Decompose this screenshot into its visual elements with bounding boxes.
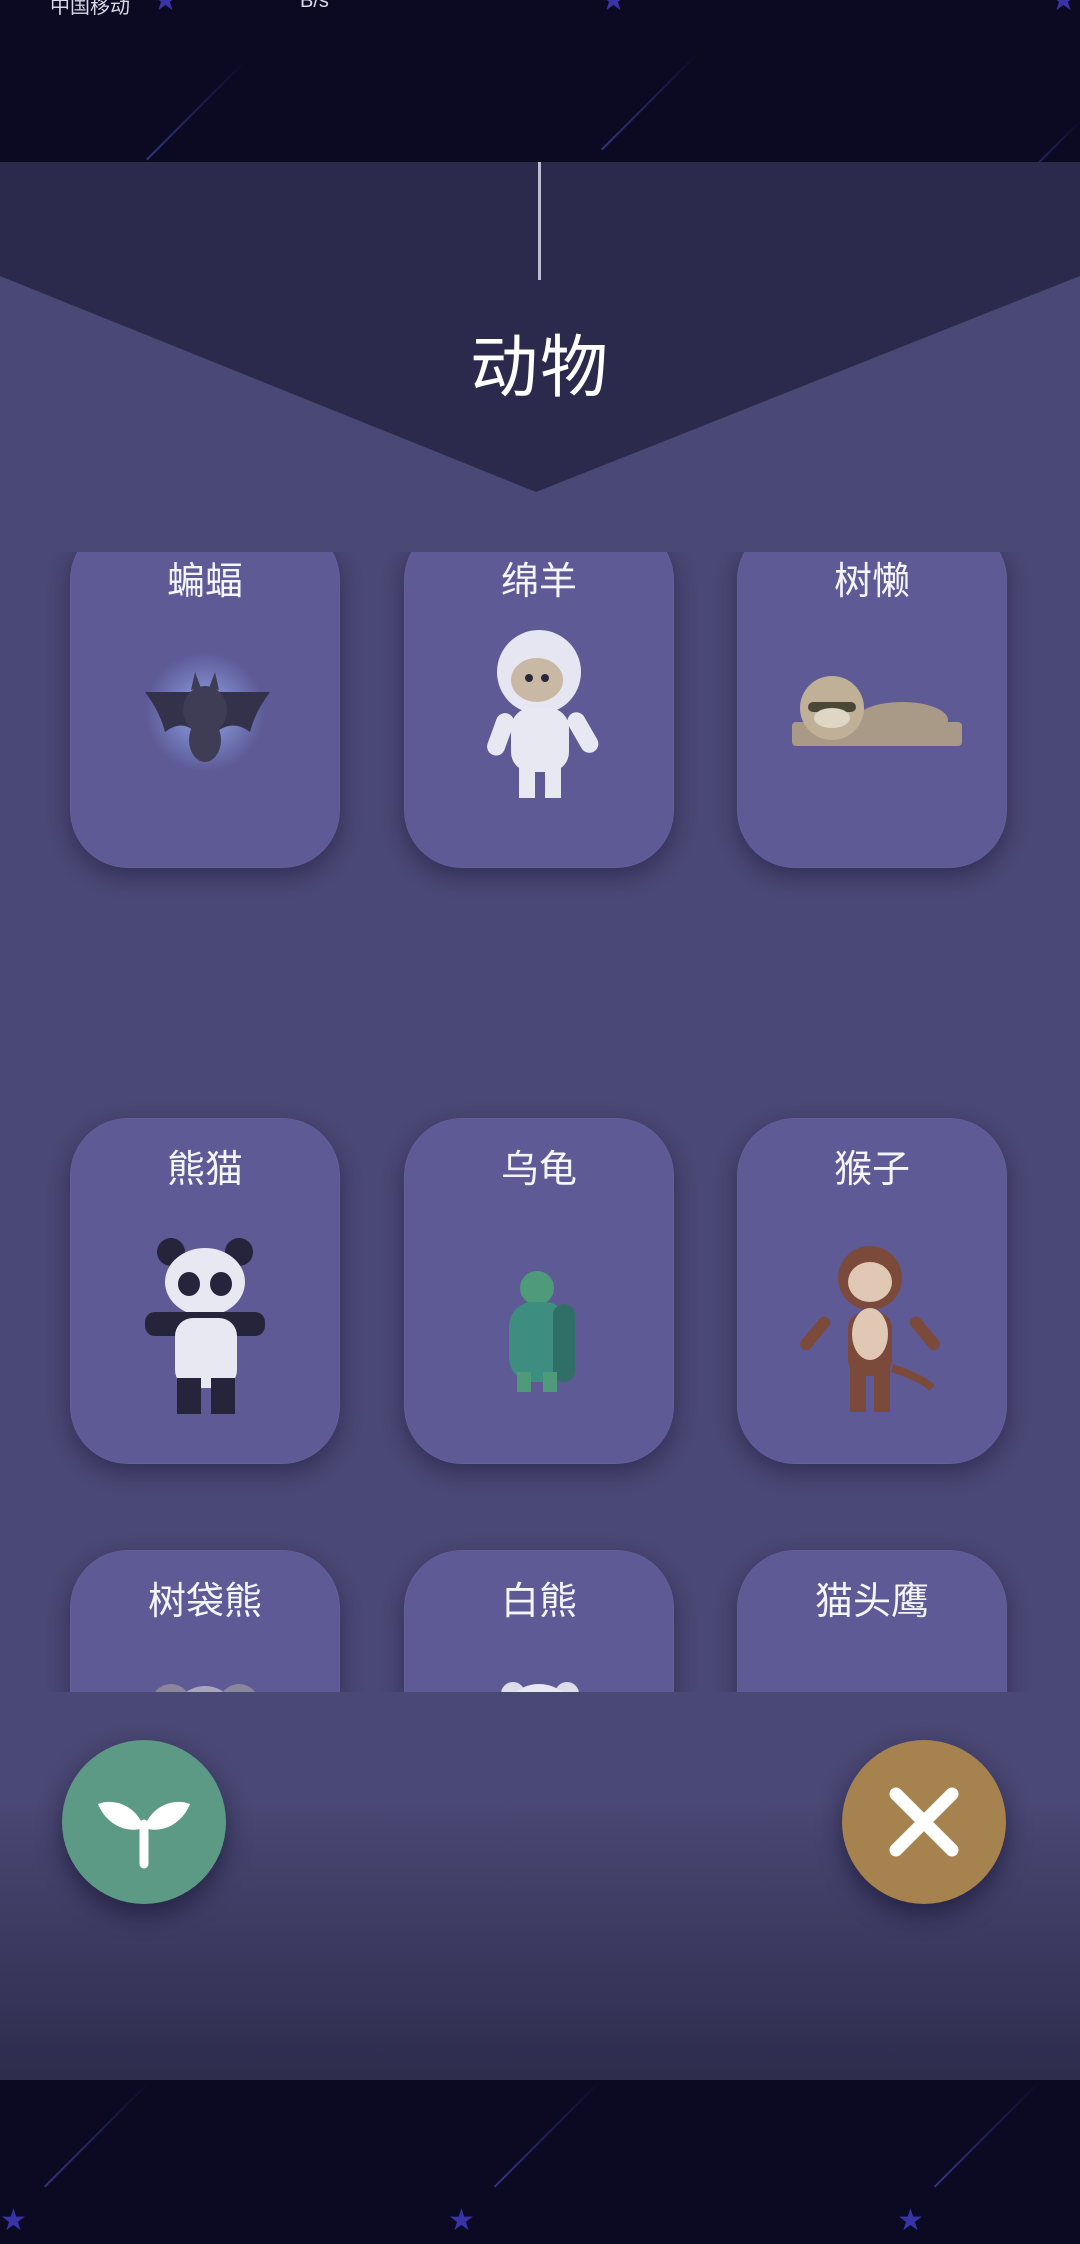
star-icon: ★ bbox=[897, 2203, 924, 2238]
animal-card-koala[interactable]: 树袋熊 bbox=[70, 1550, 340, 1692]
carrier-label: 中国移动 bbox=[50, 0, 130, 18]
sprout-icon bbox=[98, 1801, 190, 1869]
animal-card-sloth[interactable]: 树懒 bbox=[737, 552, 1007, 868]
status-bar: 中国移动 B/s bbox=[0, 0, 1080, 20]
animal-card-panda[interactable]: 熊猫 bbox=[70, 1118, 340, 1464]
network-speed: B/s bbox=[300, 0, 329, 12]
starry-background-top: ★ ★ ★ bbox=[0, 0, 1080, 162]
starry-background-bottom: ★ ★ ★ bbox=[0, 2080, 1080, 2244]
animal-name: 白熊 bbox=[500, 1579, 577, 1623]
koala-icon bbox=[155, 1684, 255, 1692]
animal-card-owl[interactable]: 猫头鹰 bbox=[737, 1550, 1007, 1692]
animal-name: 猫头鹰 bbox=[814, 1579, 929, 1623]
owl-icon bbox=[772, 1690, 972, 1692]
plant-button[interactable] bbox=[62, 1740, 226, 1904]
animal-name: 蝙蝠 bbox=[166, 559, 243, 603]
monkey-icon bbox=[800, 1246, 940, 1412]
animal-name: 乌龟 bbox=[500, 1147, 577, 1191]
animal-name: 树袋熊 bbox=[147, 1579, 262, 1623]
polar-bear-icon bbox=[501, 1682, 579, 1692]
animal-name: 熊猫 bbox=[166, 1147, 243, 1191]
animal-card-monkey[interactable]: 猴子 bbox=[737, 1118, 1007, 1464]
sheep-icon bbox=[487, 630, 599, 798]
star-icon: ★ bbox=[0, 2203, 27, 2238]
panda-icon bbox=[145, 1238, 265, 1414]
banner-hanger bbox=[538, 162, 541, 280]
animal-card-polar-bear[interactable]: 白熊 bbox=[404, 1550, 674, 1692]
sloth-icon bbox=[792, 676, 962, 746]
animal-card-bat[interactable]: 蝙蝠 bbox=[70, 552, 340, 868]
animal-card-sheep[interactable]: 绵羊 bbox=[404, 552, 674, 868]
animal-card-turtle[interactable]: 乌龟 bbox=[404, 1118, 674, 1464]
animal-name: 树懒 bbox=[833, 559, 910, 603]
close-icon bbox=[889, 1787, 959, 1857]
animal-name: 绵羊 bbox=[500, 559, 577, 603]
page-title: 动物 bbox=[469, 329, 610, 408]
animal-grid: 蝙蝠 绵羊 树懒 熊猫 乌龟 猴子 树袋熊 白熊 猫头鹰 bbox=[0, 552, 1080, 1692]
star-icon: ★ bbox=[448, 2203, 475, 2238]
turtle-icon bbox=[509, 1271, 575, 1392]
animal-name: 猴子 bbox=[833, 1147, 910, 1191]
bat-icon bbox=[145, 652, 270, 772]
close-button[interactable] bbox=[842, 1740, 1006, 1904]
